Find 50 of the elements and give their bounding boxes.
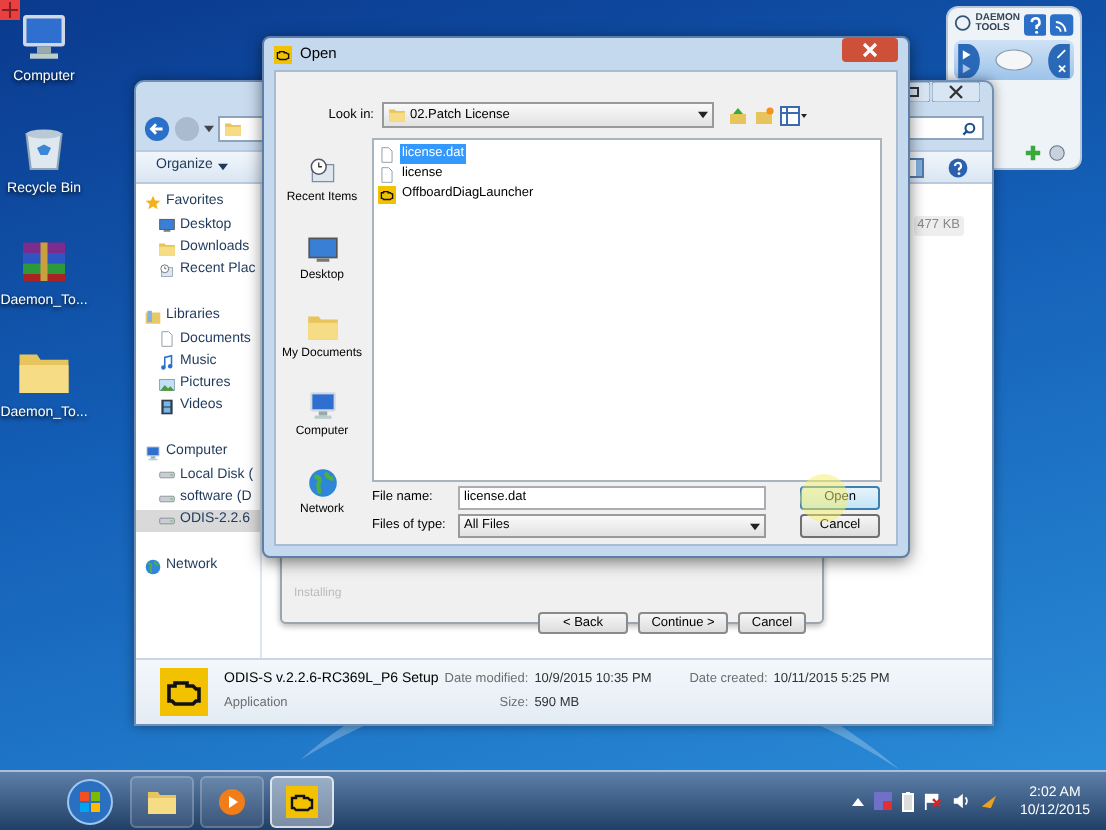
clock-icon <box>305 154 339 188</box>
tray-app-icon[interactable] <box>979 792 998 810</box>
engine-icon <box>160 668 208 716</box>
up-folder-icon[interactable] <box>728 105 748 125</box>
folder-icon <box>388 106 406 124</box>
caret-icon <box>750 521 761 531</box>
help-icon[interactable] <box>1023 14 1047 36</box>
document-icon <box>158 330 176 349</box>
help-icon[interactable] <box>948 157 968 177</box>
play-button[interactable] <box>958 43 980 77</box>
film-icon <box>158 398 176 417</box>
wrench-button[interactable] <box>1048 43 1070 77</box>
star-icon <box>144 194 162 213</box>
add-icon[interactable] <box>1024 144 1042 162</box>
back-button[interactable] <box>144 115 170 141</box>
play-icon <box>216 785 248 817</box>
globe-icon <box>305 466 339 500</box>
monitor-icon <box>305 232 339 266</box>
disc-icon <box>954 14 972 32</box>
caret-icon <box>698 110 708 120</box>
engine-icon <box>286 785 318 817</box>
show-hidden-icons-button[interactable] <box>851 795 864 807</box>
close-button[interactable] <box>932 82 980 102</box>
folder-icon <box>224 119 242 137</box>
folder-icon <box>158 239 176 258</box>
start-button[interactable] <box>66 777 114 825</box>
battery-icon[interactable] <box>901 791 914 811</box>
caret-icon[interactable] <box>204 123 214 133</box>
close-button[interactable] <box>842 38 898 62</box>
disc-icon[interactable] <box>1048 144 1066 162</box>
computer-icon <box>305 388 339 422</box>
caret-icon <box>218 162 229 172</box>
engine-icon <box>378 185 397 203</box>
computer-icon <box>144 444 162 463</box>
engine-icon <box>274 45 292 63</box>
monitor-icon <box>158 216 176 235</box>
rss-icon[interactable] <box>1050 14 1075 36</box>
view-menu-icon[interactable] <box>780 105 808 125</box>
search-field[interactable] <box>904 116 984 140</box>
picture-icon <box>158 375 176 394</box>
taskbar-button[interactable] <box>270 775 334 827</box>
clock-icon <box>158 262 176 281</box>
music-note-icon <box>158 353 176 372</box>
folder-icon <box>305 310 339 344</box>
search-icon <box>962 121 976 135</box>
flag-icon[interactable] <box>923 792 942 810</box>
library-icon <box>144 308 162 327</box>
speaker-icon[interactable] <box>951 792 970 810</box>
virtual-drive-icon <box>994 48 1034 72</box>
globe-icon <box>144 558 162 577</box>
